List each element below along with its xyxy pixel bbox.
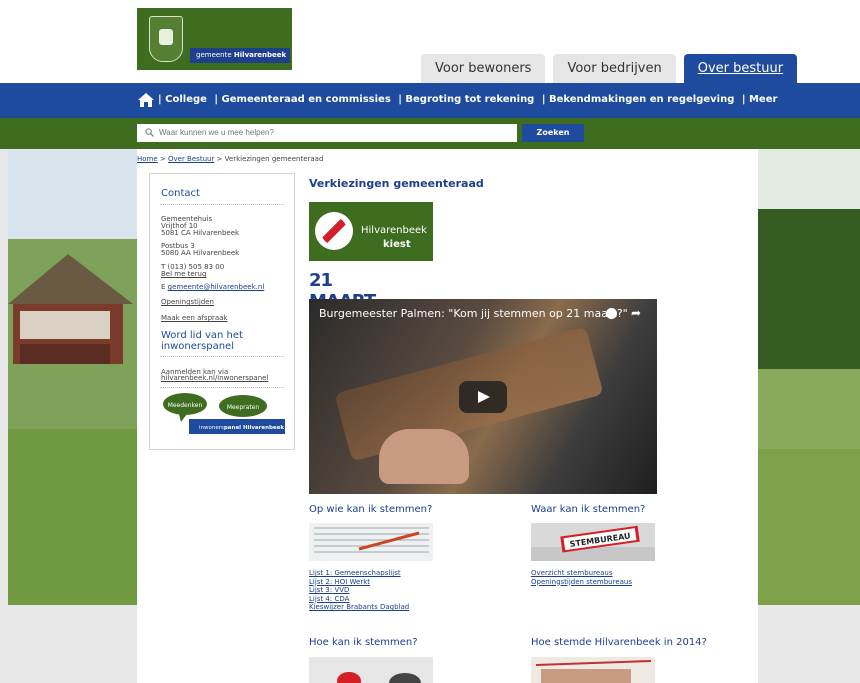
nav-item-bekendmakingen[interactable]: | Bekendmakingen en regelgeving: [542, 94, 735, 105]
appointment-link[interactable]: Maak een afspraak: [161, 315, 228, 322]
link-lijst-1[interactable]: Lijst 1: Gemeenschapslijst: [309, 569, 401, 577]
logo-text: gemeente Hilvarenbeek: [190, 48, 290, 63]
search-button[interactable]: Zoeken: [522, 124, 584, 142]
polling-links: Overzicht stembureaus Openingstijden ste…: [531, 569, 632, 586]
hand-image: [379, 429, 469, 484]
results-2014-image: [531, 657, 655, 683]
hilvarenbeek-kiest-logo: Hilvarenbeek kiest: [309, 202, 433, 261]
watch-later-icon[interactable]: [606, 308, 617, 319]
bubble-meepraten: Meepraten: [227, 404, 260, 411]
opening-hours-link[interactable]: Openingstijden: [161, 299, 214, 306]
section-title-2014: Hoe stemde Hilvarenbeek in 2014?: [531, 637, 707, 648]
email-line: E gemeente@hilvarenbeek.nl: [161, 284, 264, 291]
kiest-line-2: kiest: [383, 239, 411, 250]
breadcrumb-home[interactable]: Home: [137, 155, 158, 163]
page-title: Verkiezingen gemeenteraad: [309, 177, 484, 190]
background-photo-right: [758, 149, 860, 605]
email-link[interactable]: gemeente@hilvarenbeek.nl: [168, 283, 265, 291]
tab-voor-bewoners[interactable]: Voor bewoners: [421, 54, 546, 83]
email-prefix: E: [161, 283, 168, 291]
link-overzicht-stembureaus[interactable]: Overzicht stembureaus: [531, 569, 613, 577]
link-openingstijden-stembureaus[interactable]: Openingstijden stembureaus: [531, 578, 632, 586]
audience-tabs: Voor bewoners Voor bedrijven Over bestuu…: [421, 54, 798, 83]
link-lijst-3[interactable]: Lijst 3: VVD: [309, 586, 349, 594]
tab-over-bestuur[interactable]: Over bestuur: [683, 54, 798, 83]
section-title-op-wie: Op wie kan ik stemmen?: [309, 504, 433, 515]
divider: [160, 356, 284, 357]
link-lijst-2[interactable]: Lijst 2: HOI Werkt: [309, 578, 370, 586]
breadcrumb-separator: >: [157, 155, 168, 163]
panel-banner-text: inwonerspanel Hilvarenbeek: [199, 425, 284, 431]
content-area: Home > Over Bestuur > Verkiezingen gemee…: [137, 149, 758, 683]
signup-link[interactable]: hilvarenbeek.nl/inwonerspanel: [161, 375, 268, 382]
stembureau-sign-image: STEMBUREAU: [531, 523, 655, 561]
link-lijst-4[interactable]: Lijst 4: CDA: [309, 595, 349, 603]
video-player[interactable]: Burgemeester Palmen: "Kom jij stemmen op…: [309, 299, 657, 494]
home-icon[interactable]: [137, 92, 155, 108]
play-button[interactable]: [459, 381, 507, 413]
tab-voor-bedrijven[interactable]: Voor bedrijven: [553, 54, 676, 83]
search-bar: Zoeken: [0, 118, 860, 149]
breadcrumb-over-bestuur[interactable]: Over Bestuur: [168, 155, 214, 163]
section-title-waar: Waar kan ik stemmen?: [531, 504, 646, 515]
divider: [160, 204, 284, 205]
nav-item-college[interactable]: | College: [158, 94, 207, 105]
address-line-3: 5081 CA Hilvarenbeek: [161, 229, 240, 237]
contact-sidebar: Contact Gemeentehuis Vrijthof 10 5081 CA…: [149, 173, 295, 450]
nav-items: | College | Gemeenteraad en commissies |…: [158, 94, 781, 105]
pavilion-image: [8, 254, 133, 364]
background-photo-left: [8, 149, 137, 605]
candidate-links: Lijst 1: Gemeenschapslijst Lijst 2: HOI …: [309, 569, 409, 612]
video-title[interactable]: Burgemeester Palmen: "Kom jij stemmen op…: [319, 307, 628, 320]
municipality-logo[interactable]: gemeente Hilvarenbeek: [137, 8, 292, 70]
section-title-hoe: Hoe kan ik stemmen?: [309, 637, 418, 648]
voting-image: [309, 657, 433, 683]
bubble-meedenken: Meedenken: [168, 402, 203, 409]
divider: [160, 387, 284, 388]
nav-item-meer[interactable]: | Meer: [742, 94, 778, 105]
vote-mark-icon: [315, 212, 353, 250]
panel-title-1: Word lid van het: [161, 330, 243, 341]
ballot-image: [309, 523, 433, 561]
contact-title: Contact: [161, 188, 200, 199]
breadcrumb: Home > Over Bestuur > Verkiezingen gemee…: [137, 155, 323, 163]
nav-item-gemeenteraad[interactable]: | Gemeenteraad en commissies: [214, 94, 390, 105]
panel-title-2: inwonerspanel: [161, 341, 234, 352]
coat-of-arms-icon: [149, 16, 183, 62]
main-navigation: | College | Gemeenteraad en commissies |…: [0, 83, 860, 118]
search-icon: [145, 128, 154, 137]
link-kieswijzer[interactable]: Kieswijzer Brabants Dagblad: [309, 603, 409, 611]
callback-link[interactable]: Bel me terug: [161, 271, 206, 278]
breadcrumb-current: > Verkiezingen gemeenteraad: [214, 155, 324, 163]
kiest-line-1: Hilvarenbeek: [361, 225, 427, 236]
nav-item-begroting[interactable]: | Begroting tot rekening: [398, 94, 534, 105]
postal-line-2: 5080 AA Hilvarenbeek: [161, 249, 240, 257]
share-icon[interactable]: ➦: [631, 306, 641, 320]
search-input[interactable]: [137, 124, 517, 142]
inwonerspanel-banner[interactable]: Meedenken Meepraten inwonerspanel Hilvar…: [161, 392, 285, 436]
